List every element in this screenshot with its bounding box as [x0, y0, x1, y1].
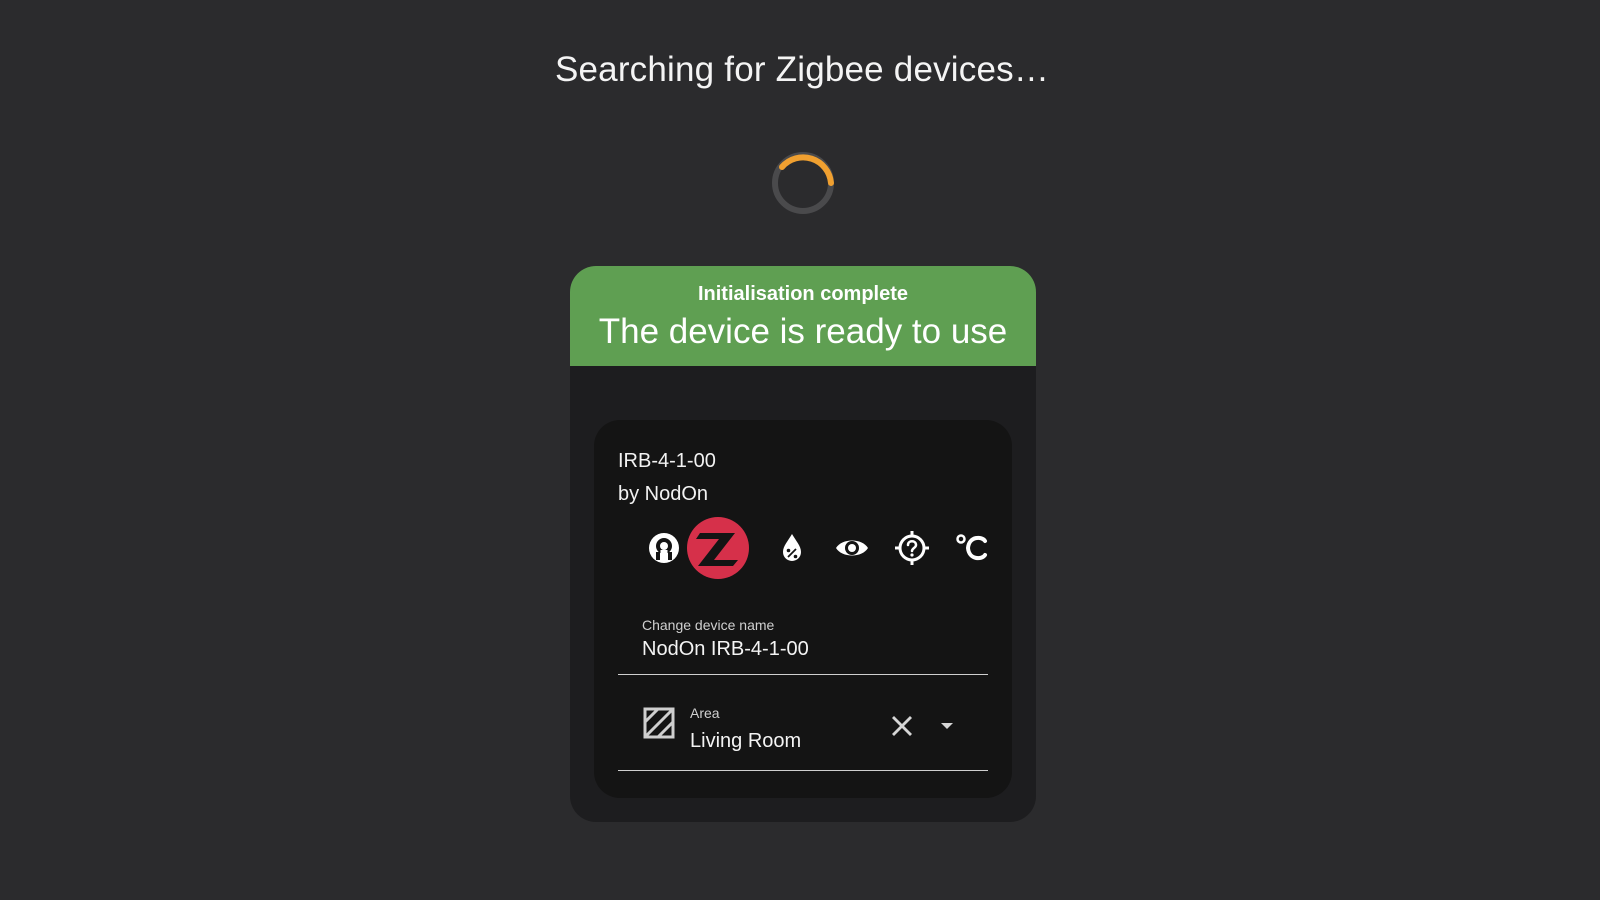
integration-icon: [634, 518, 694, 578]
device-info-card: IRB-4-1-00 by NodOn Change device name N…: [594, 420, 1012, 798]
area-value[interactable]: Living Room: [690, 728, 801, 754]
clear-area-button[interactable]: [888, 712, 916, 740]
status-title: Initialisation complete: [697, 283, 909, 305]
status-banner: Initialisation complete The device is re…: [570, 266, 1036, 366]
page-title: Searching for Zigbee devices…: [554, 50, 1050, 89]
humidity-icon: [762, 518, 822, 578]
eye-icon: [822, 518, 882, 578]
area-icon: [643, 707, 675, 739]
device-name-label: Change device name: [642, 617, 775, 633]
celsius-icon: [942, 518, 1002, 578]
area-label: Area: [690, 705, 720, 721]
device-name-input[interactable]: NodOn IRB-4-1-00: [642, 636, 809, 662]
status-message: The device is ready to use: [598, 312, 1008, 351]
device-result-card: Initialisation complete The device is re…: [570, 266, 1036, 822]
device-manufacturer: by NodOn: [618, 483, 709, 505]
chevron-down-icon[interactable]: [938, 718, 956, 734]
area-select-field[interactable]: Area Living Room: [618, 682, 988, 771]
unknown-location-icon: [882, 518, 942, 578]
zigbee-search-page: Searching for Zigbee devices… Initialisa…: [0, 0, 1600, 900]
loading-spinner-icon: [772, 152, 834, 214]
device-capability-icons: [634, 516, 987, 580]
device-model: IRB-4-1-00: [618, 450, 716, 472]
device-name-field[interactable]: Change device name NodOn IRB-4-1-00: [618, 606, 988, 675]
zigbee-logo-icon: [686, 516, 750, 580]
